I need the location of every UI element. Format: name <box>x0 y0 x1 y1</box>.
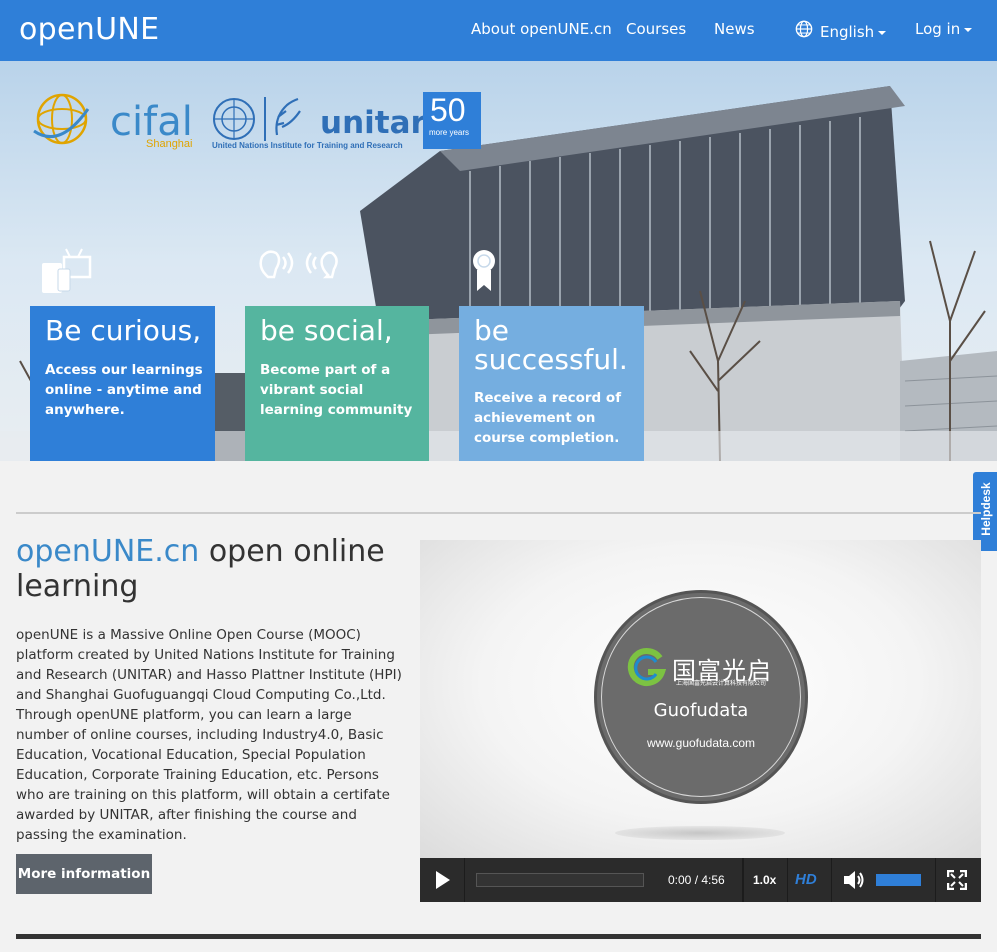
video-time: 0:00 / 4:56 <box>668 873 725 887</box>
top-navbar: openUNE About openUNE.cn Courses News En… <box>0 0 997 61</box>
cifal-logo-subtitle: Shanghai <box>146 138 193 150</box>
video-logo-url: www.guofudata.com <box>646 736 756 750</box>
card-successful-heading: be successful. <box>474 314 628 376</box>
volume-icon[interactable] <box>842 869 866 891</box>
progress-bar[interactable] <box>476 873 644 887</box>
nav-about[interactable]: About openUNE.cn <box>471 20 612 38</box>
card-social: be social, Become part of a vibrant soci… <box>245 306 429 461</box>
nav-courses[interactable]: Courses <box>626 20 686 38</box>
card-successful-text: Receive a record of achievement on cours… <box>474 390 622 446</box>
card-curious-text: Access our learnings online - anytime an… <box>45 362 203 418</box>
helpdesk-label: Helpdesk <box>979 482 993 536</box>
language-dropdown[interactable]: English <box>820 23 886 41</box>
award-ribbon-icon <box>473 250 495 291</box>
card-curious-heading: Be curious, <box>45 314 202 347</box>
logo-shadow <box>615 826 785 840</box>
more-information-button[interactable]: More information <box>16 854 152 894</box>
hd-toggle[interactable]: HD <box>795 871 817 888</box>
cifal-globe-logo <box>33 93 90 145</box>
video-logo-ring <box>601 597 801 797</box>
card-social-heading: be social, <box>260 314 393 347</box>
fifty-years-badge: 50 more years <box>423 92 481 149</box>
fifty-subtitle: more years <box>429 128 470 137</box>
hero-banner: cifal Shanghai unitar United Nations Ins… <box>0 61 997 461</box>
fullscreen-icon[interactable] <box>947 870 967 890</box>
fifty-number: 50 <box>430 92 466 128</box>
card-social-text: Become part of a vibrant social learning… <box>260 362 413 418</box>
un-emblem-icon <box>213 97 301 141</box>
video-logo-english: Guofudata <box>653 700 749 721</box>
devices-icon <box>42 248 92 293</box>
social-bulbs-icon <box>259 250 338 279</box>
unitar-logo-text: unitar <box>320 105 426 141</box>
footer-divider <box>16 934 981 939</box>
globe-icon <box>795 20 813 38</box>
brand-logo[interactable]: openUNE <box>19 12 159 47</box>
playback-speed[interactable]: 1.0x <box>753 873 776 887</box>
unitar-logo-subtitle: United Nations Institute for Training an… <box>212 141 403 150</box>
play-icon[interactable] <box>436 871 450 889</box>
page-title-accent: openUNE.cn <box>16 534 200 569</box>
card-successful: be successful. Receive a record of achie… <box>459 306 644 461</box>
platform-description: openUNE is a Massive Online Open Course … <box>16 627 402 843</box>
nav-news[interactable]: News <box>714 20 755 38</box>
login-dropdown[interactable]: Log in <box>915 20 972 38</box>
guofudata-g-icon <box>627 648 666 687</box>
video-logo-chinese-sub: 上海国富光启云计算科技有限公司 <box>676 681 767 687</box>
card-curious: Be curious, Access our learnings online … <box>30 306 215 461</box>
volume-slider[interactable] <box>876 874 921 886</box>
page-title: openUNE.cn open online learning <box>16 534 416 604</box>
section-divider <box>16 512 981 514</box>
